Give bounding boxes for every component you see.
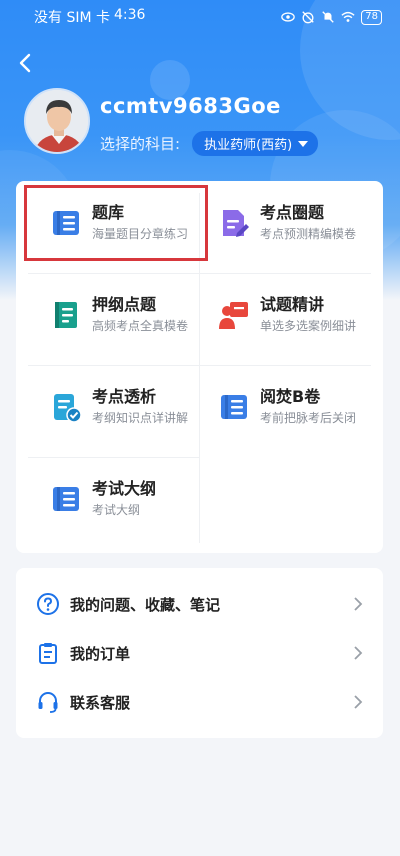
tile-key-points[interactable]: 考点圈题 考点预测精编模卷 [218,203,356,242]
headset-icon [38,692,58,713]
tile-subtitle: 高频考点全真模卷 [92,319,189,333]
feature-grid: 题库 海量题目分章练习 考点圈题 考点预测精编模卷 押纲点题 高频考点全真模卷 [16,181,383,553]
subject-value: 执业药师(西药) [204,138,293,153]
highlight-box [24,185,208,261]
tile-subtitle: 单选多选案例细讲 [260,319,357,333]
tile-lecture[interactable]: 试题精讲 单选多选案例细讲 [218,295,356,334]
tile-outline-questions[interactable]: 押纲点题 高频考点全真模卷 [50,295,188,334]
alarm-off-icon [302,11,314,24]
menu-item-label: 联系客服 [70,693,131,712]
question-circle-icon [37,593,59,615]
tile-analysis[interactable]: 考点透析 考纲知识点详讲解 [50,387,188,426]
status-bar: 没有 SIM 卡 4:36 78 [0,0,400,34]
tile-subtitle: 考点预测精编模卷 [260,227,357,241]
clipboard-icon [39,643,57,664]
battery-indicator: 78 [361,9,382,25]
tile-title: 考点透析 [92,387,157,406]
question-bank-icon [53,486,79,511]
chevron-right-icon [354,597,363,611]
tile-title: 考试大纲 [92,479,157,498]
caret-down-icon [298,140,309,147]
tile-subtitle: 考纲知识点详讲解 [92,411,189,425]
question-bank-icon [221,394,247,419]
tile-title: 押纲点题 [92,295,157,314]
checklist-icon [54,393,82,423]
book-icon [55,301,77,328]
tile-title: 考点圈题 [260,203,325,222]
chevron-right-icon [354,646,363,660]
menu-list: 我的问题、收藏、笔记 我的订单 联系客服 [16,568,383,738]
menu-item-orders[interactable]: 我的订单 [16,628,383,678]
tile-b-paper[interactable]: 阅焚B卷 考前把脉考后关闭 [218,387,356,426]
eye-icon [281,12,296,22]
back-button[interactable] [10,48,40,78]
chevron-left-icon [19,53,31,73]
tile-syllabus[interactable]: 考试大纲 考试大纲 [50,479,156,518]
menu-item-label: 我的问题、收藏、笔记 [70,595,221,614]
subject-dropdown[interactable]: 执业药师(西药) [192,131,319,156]
tile-subtitle: 考试大纲 [92,503,141,517]
tile-subtitle: 考前把脉考后关闭 [260,411,357,425]
username: ccmtv9683Goe [100,94,281,118]
chevron-right-icon [354,695,363,709]
tile-title: 阅焚B卷 [260,387,321,406]
avatar[interactable] [24,88,90,154]
wifi-icon [341,11,355,22]
menu-item-customer-service[interactable]: 联系客服 [16,677,383,727]
menu-item-questions-favorites-notes[interactable]: 我的问题、收藏、笔记 [16,579,383,629]
bell-off-icon [322,11,334,23]
menu-item-label: 我的订单 [70,644,131,663]
edit-document-icon [223,209,249,237]
teacher-icon [219,301,248,329]
status-time: 4:36 [114,7,146,23]
carrier-text: 没有 SIM 卡 [34,10,110,26]
subject-label: 选择的科目: [100,135,181,153]
subject-row: 选择的科目: 执业药师(西药) [100,131,319,156]
tile-title: 试题精讲 [260,295,325,314]
